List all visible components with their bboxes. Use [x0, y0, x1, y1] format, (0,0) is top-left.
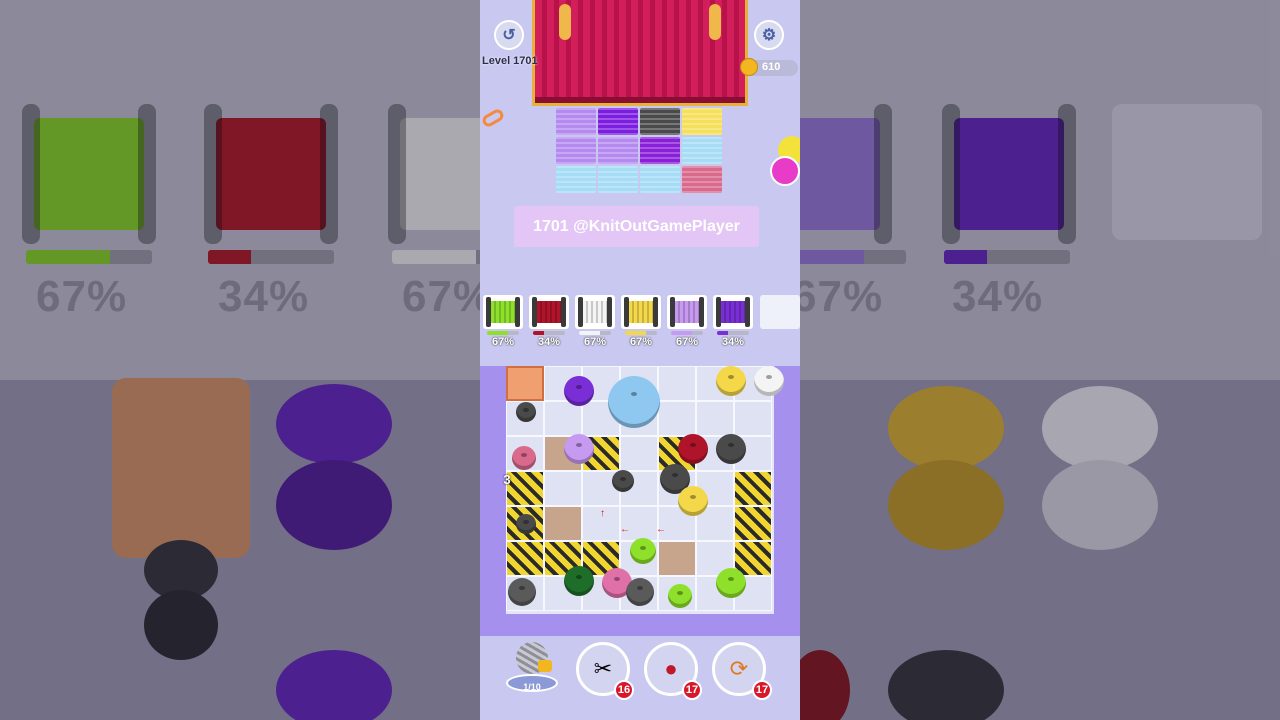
spool-slot: 67%	[575, 293, 615, 353]
board-cell	[734, 401, 772, 436]
spool-icon	[627, 301, 655, 323]
peg-green[interactable]	[716, 568, 746, 598]
peg-black[interactable]	[516, 514, 536, 534]
quilt-tile	[598, 166, 638, 193]
safety-pin-icon	[480, 107, 506, 129]
player-banner: 1701 @KnitOutGamePlayer	[514, 206, 759, 247]
peg-black[interactable]	[716, 434, 746, 464]
magnet-icon: ⟳	[729, 656, 749, 681]
board-cell	[658, 366, 696, 401]
spool-progress-bar	[487, 331, 519, 335]
spool-icon	[719, 301, 747, 323]
spool-slot: 34%	[713, 293, 753, 353]
quilt-tile	[640, 137, 680, 164]
spool-icon	[673, 301, 701, 323]
magnet-count-badge: 17	[752, 680, 772, 700]
peg-pink[interactable]	[512, 446, 536, 470]
quilt-tile	[640, 166, 680, 193]
peg-black[interactable]	[516, 402, 536, 422]
peg-dark-green[interactable]	[564, 566, 594, 596]
board-cell	[696, 401, 734, 436]
peg-green[interactable]	[668, 584, 692, 608]
spool-percent: 67%	[629, 336, 653, 348]
quilt-tile	[556, 137, 596, 164]
blocked-tile	[734, 506, 772, 541]
direction-arrow-icon: ←	[656, 524, 666, 535]
gear-icon: ⚙	[761, 27, 777, 44]
spool-icon	[535, 301, 563, 323]
peg-lilac[interactable]	[564, 434, 594, 464]
yarn-chest-button[interactable]: 1/10	[502, 638, 562, 700]
peg-green[interactable]	[630, 538, 656, 564]
spool-percent: 67%	[583, 336, 607, 348]
quilt-tile	[556, 166, 596, 193]
spool-slot: 67%	[621, 293, 661, 353]
quilt-tile	[556, 108, 596, 135]
scissors-count-badge: 16	[614, 680, 634, 700]
lock-icon	[538, 660, 552, 672]
peg-blue-large[interactable]	[608, 376, 660, 428]
stack-count: 3	[503, 472, 511, 487]
crate-tile	[506, 366, 544, 401]
spool-slot: 67%	[667, 293, 707, 353]
peg-mystery[interactable]	[626, 578, 654, 606]
scissors-icon: ✂	[593, 656, 613, 681]
stage-curtain	[532, 0, 748, 106]
backdrop-right: 67% 34%	[800, 0, 1280, 720]
undo-icon: ↺	[502, 27, 516, 44]
quilt-tile	[640, 108, 680, 135]
board-cell	[620, 436, 658, 471]
spool-icon: ●	[664, 656, 678, 681]
game-screen: ↺ Level 1701 ⚙ 610 1701 @KnitOutGamePlay…	[480, 0, 800, 720]
direction-arrow-icon: ↑	[600, 508, 605, 519]
spool-slot-empty	[760, 293, 800, 353]
peg-mystery[interactable]	[508, 578, 536, 606]
spool-progress-bar	[671, 331, 703, 335]
peg-purple[interactable]	[564, 376, 594, 406]
peg-yellow[interactable]	[716, 366, 746, 396]
banner-text: 1701 @KnitOutGamePlayer	[533, 217, 740, 235]
peg-white[interactable]	[754, 366, 784, 396]
spool-icon	[581, 301, 609, 323]
spool-percent: 67%	[491, 336, 515, 348]
board-cell	[544, 471, 582, 506]
quilt-tile	[682, 166, 722, 193]
spool-count-badge: 17	[682, 680, 702, 700]
spool-progress-bar	[625, 331, 657, 335]
pink-button-icon	[770, 156, 800, 186]
spool-row: 34% 67% 67% 67% 34% 67%	[480, 293, 800, 353]
quilt-tile	[682, 108, 722, 135]
board-cell	[544, 506, 582, 541]
spool-percent: 67%	[675, 336, 699, 348]
level-label: Level 1701	[482, 55, 538, 67]
board-cell	[658, 541, 696, 576]
spool-percent: 34%	[721, 336, 745, 348]
spool-progress-bar	[717, 331, 749, 335]
board-cell	[544, 401, 582, 436]
undo-button[interactable]: ↺	[494, 20, 524, 50]
knit-pattern	[556, 108, 724, 193]
settings-button[interactable]: ⚙	[754, 20, 784, 50]
quilt-tile	[598, 108, 638, 135]
quilt-tile	[598, 137, 638, 164]
blocked-tile	[734, 471, 772, 506]
yarn-progress: 1/10	[523, 682, 541, 692]
coin-value: 610	[762, 61, 781, 73]
quilt-tile	[682, 137, 722, 164]
board-cell	[658, 401, 696, 436]
peg-black[interactable]	[612, 470, 634, 492]
spool-slot: 67%	[483, 293, 523, 353]
direction-arrow-icon: ←	[620, 524, 630, 535]
coin-icon	[740, 58, 758, 76]
spool-progress-bar	[579, 331, 611, 335]
spool-icon	[489, 301, 517, 323]
spool-progress-bar	[533, 331, 565, 335]
backdrop-left: 67% 34% 67%	[0, 0, 480, 720]
peg-red[interactable]	[678, 434, 708, 464]
blocked-tile	[506, 541, 544, 576]
spool-percent: 34%	[537, 336, 561, 348]
peg-yellow[interactable]	[678, 486, 708, 516]
spool-slot: 34%	[529, 293, 569, 353]
